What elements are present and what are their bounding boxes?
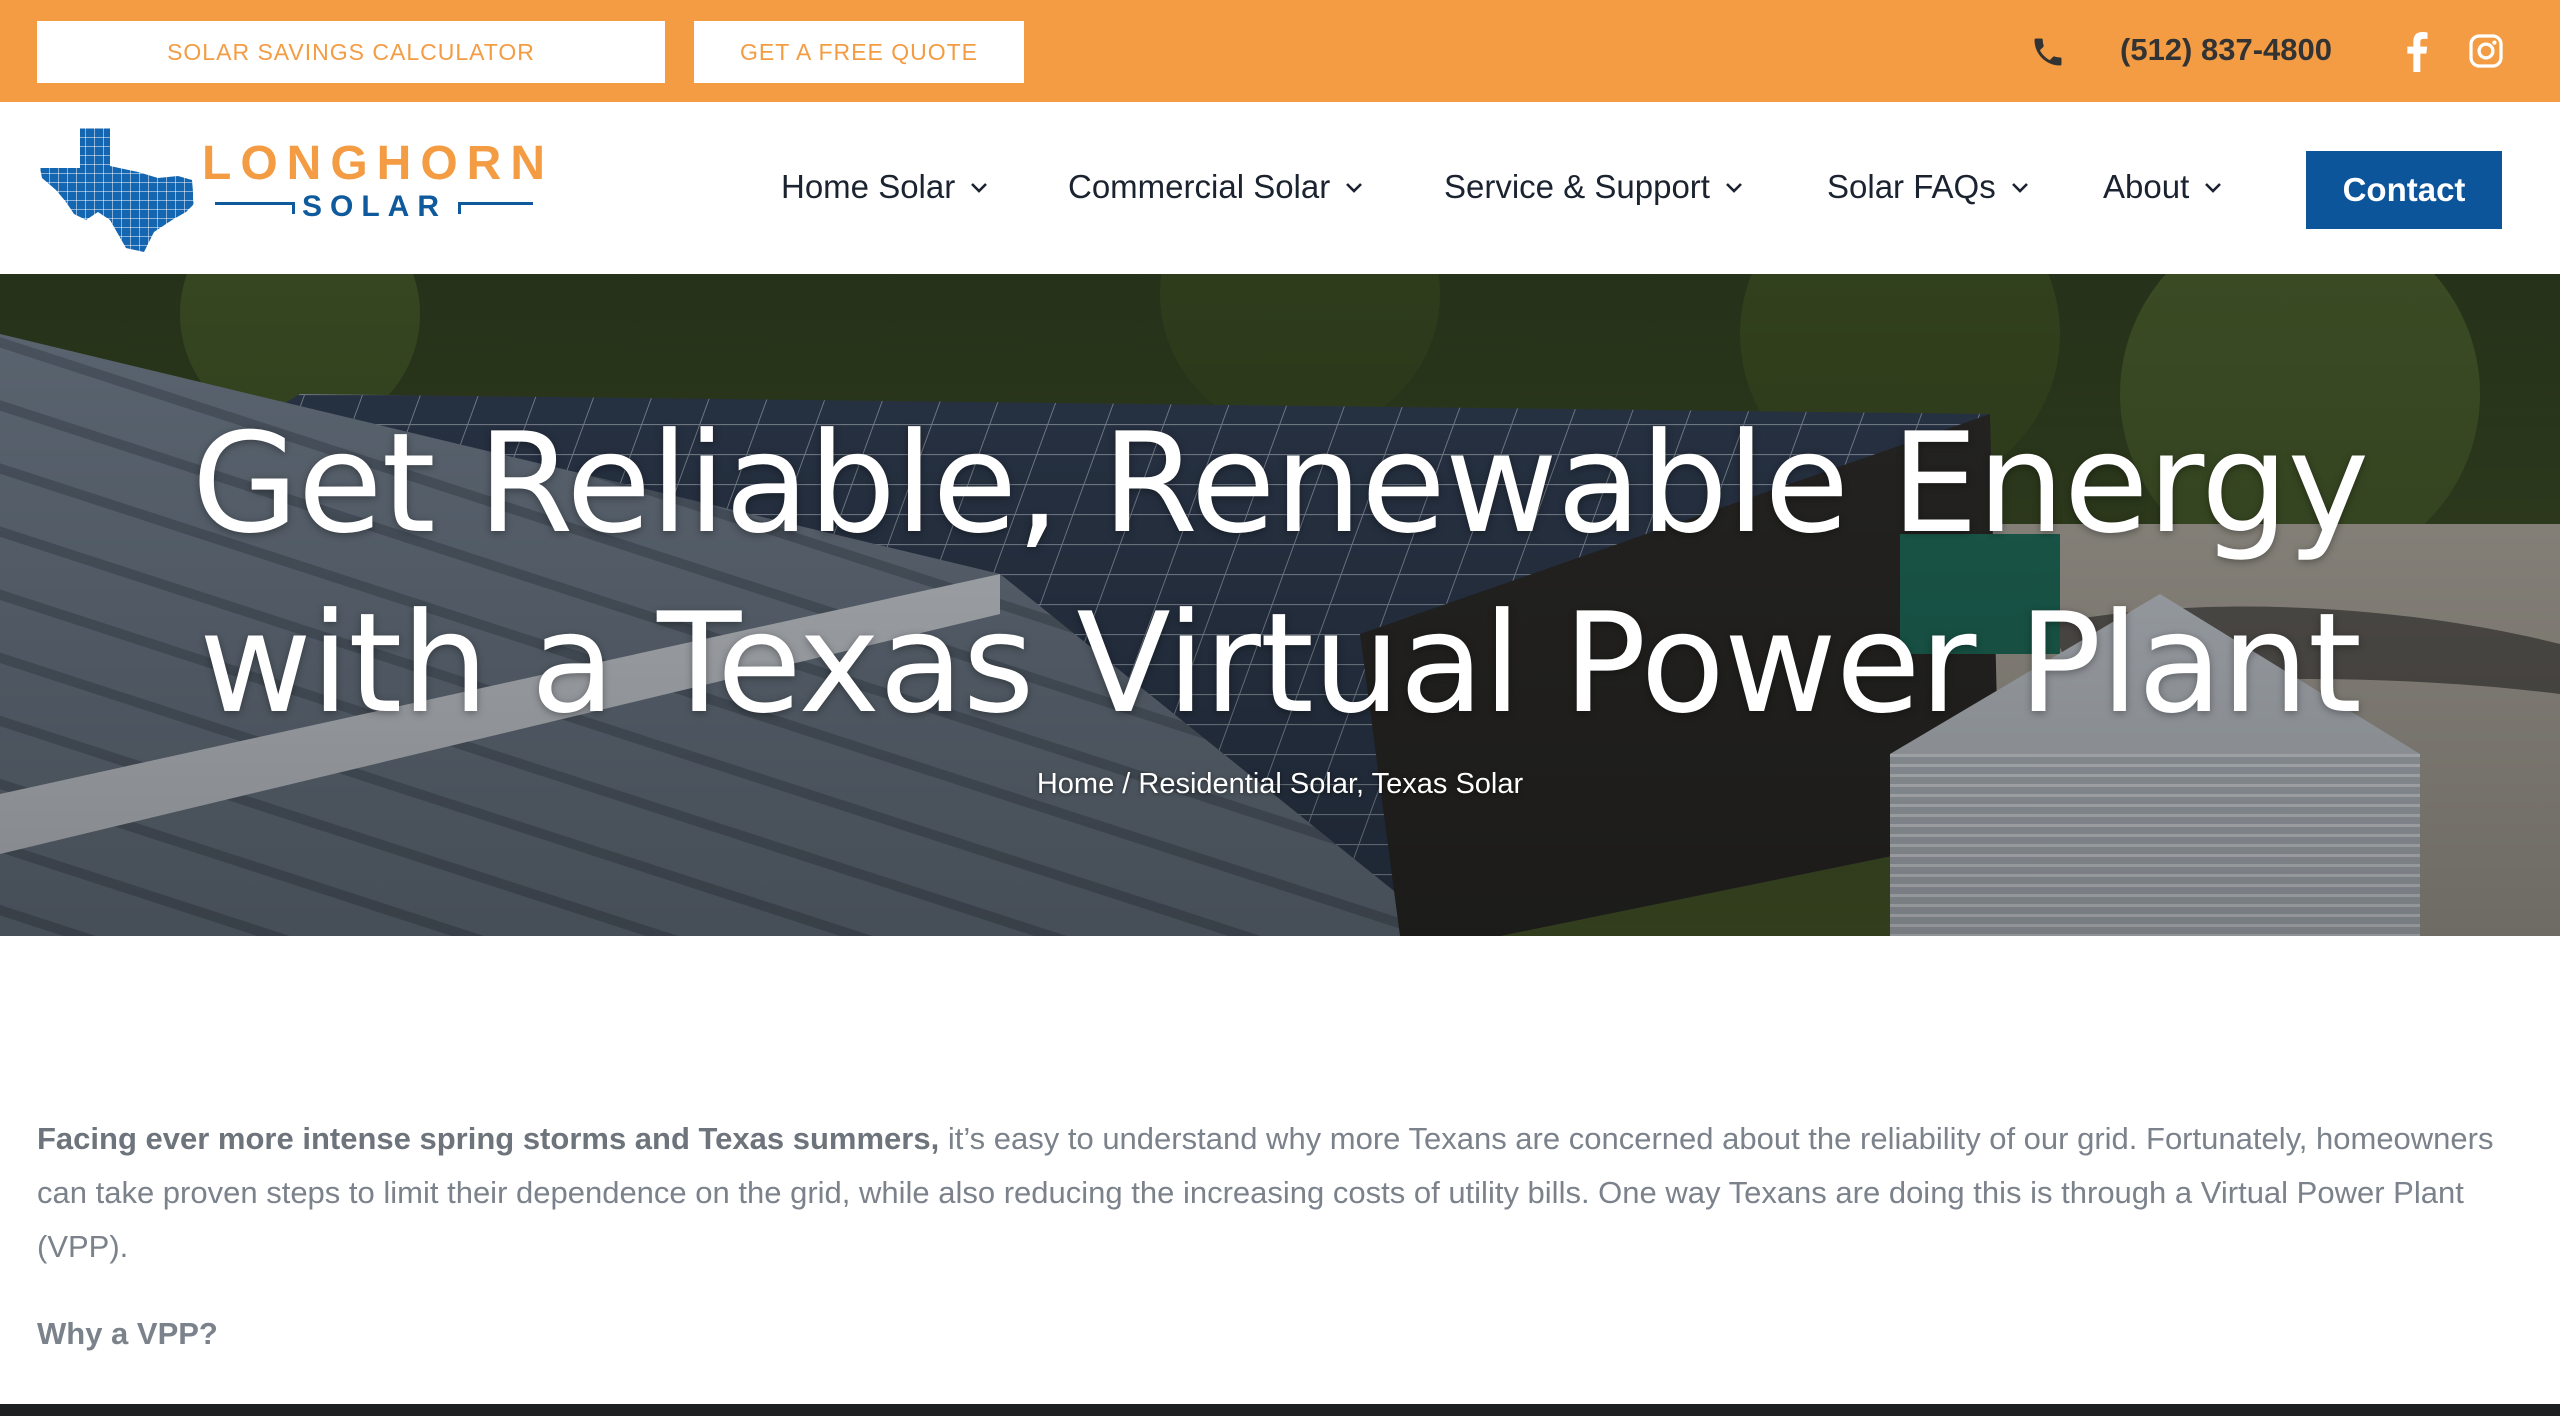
logo-wordmark: LONGHORN — [202, 137, 554, 190]
page-title-line-2: with a Texas Virtual Power Plant — [199, 583, 2362, 744]
page-title: Get Reliable, Renewable Energy with a Te… — [0, 394, 2560, 754]
nav-home-solar[interactable]: Home Solar — [781, 168, 989, 206]
breadcrumb-separator: / — [1114, 768, 1139, 800]
section-heading-why-vpp: Why a VPP? — [37, 1316, 218, 1351]
texas-map-icon — [40, 128, 194, 252]
intro-paragraph: Facing ever more intense spring storms a… — [37, 1112, 2527, 1274]
instagram-icon[interactable] — [2468, 33, 2504, 69]
contact-button[interactable]: Contact — [2306, 151, 2502, 229]
nav-label: About — [2103, 168, 2190, 205]
logo-divider-left — [215, 202, 295, 214]
hero-banner: Get Reliable, Renewable Energy with a Te… — [0, 274, 2560, 936]
nav-about[interactable]: About — [2103, 168, 2223, 206]
breadcrumb-residential-solar-link[interactable]: Residential Solar — [1138, 768, 1356, 800]
logo-divider-right — [458, 202, 533, 214]
site-header: LONGHORN SOLAR Home Solar Commercial Sol… — [0, 102, 2560, 274]
chevron-down-icon — [1726, 183, 1742, 193]
page-title-line-1: Get Reliable, Renewable Energy — [191, 403, 2369, 564]
top-bar: SOLAR SAVINGS CALCULATOR GET A FREE QUOT… — [0, 0, 2560, 102]
nav-label: Home Solar — [781, 168, 956, 205]
breadcrumb: Home / Residential Solar, Texas Solar — [0, 768, 2560, 801]
nav-label: Service & Support — [1444, 168, 1710, 205]
chevron-down-icon — [2205, 183, 2222, 193]
longhorn-solar-logo[interactable]: LONGHORN SOLAR — [40, 128, 545, 252]
breadcrumb-comma: , — [1356, 768, 1372, 800]
breadcrumb-home-link[interactable]: Home — [1037, 768, 1114, 800]
logo-subwordmark: SOLAR — [302, 190, 447, 223]
breadcrumb-texas-solar-link[interactable]: Texas Solar — [1372, 768, 1524, 800]
nav-solar-faqs[interactable]: Solar FAQs — [1827, 168, 2030, 206]
solar-savings-calculator-button[interactable]: SOLAR SAVINGS CALCULATOR — [37, 21, 665, 83]
nav-service-support[interactable]: Service & Support — [1444, 168, 1744, 206]
nav-commercial-solar[interactable]: Commercial Solar — [1068, 168, 1364, 206]
chevron-down-icon — [971, 183, 988, 193]
phone-icon[interactable] — [2030, 34, 2066, 70]
phone-number-link[interactable]: (512) 837-4800 — [2120, 32, 2332, 68]
chevron-down-icon — [1346, 183, 1363, 193]
free-quote-button[interactable]: GET A FREE QUOTE — [694, 21, 1024, 83]
facebook-icon[interactable] — [2404, 32, 2430, 72]
intro-bold-lead: Facing ever more intense spring storms a… — [37, 1121, 940, 1156]
chevron-down-icon — [2011, 183, 2028, 193]
nav-label: Solar FAQs — [1827, 168, 1996, 205]
next-section-edge — [0, 1404, 2560, 1416]
nav-label: Commercial Solar — [1068, 168, 1331, 205]
